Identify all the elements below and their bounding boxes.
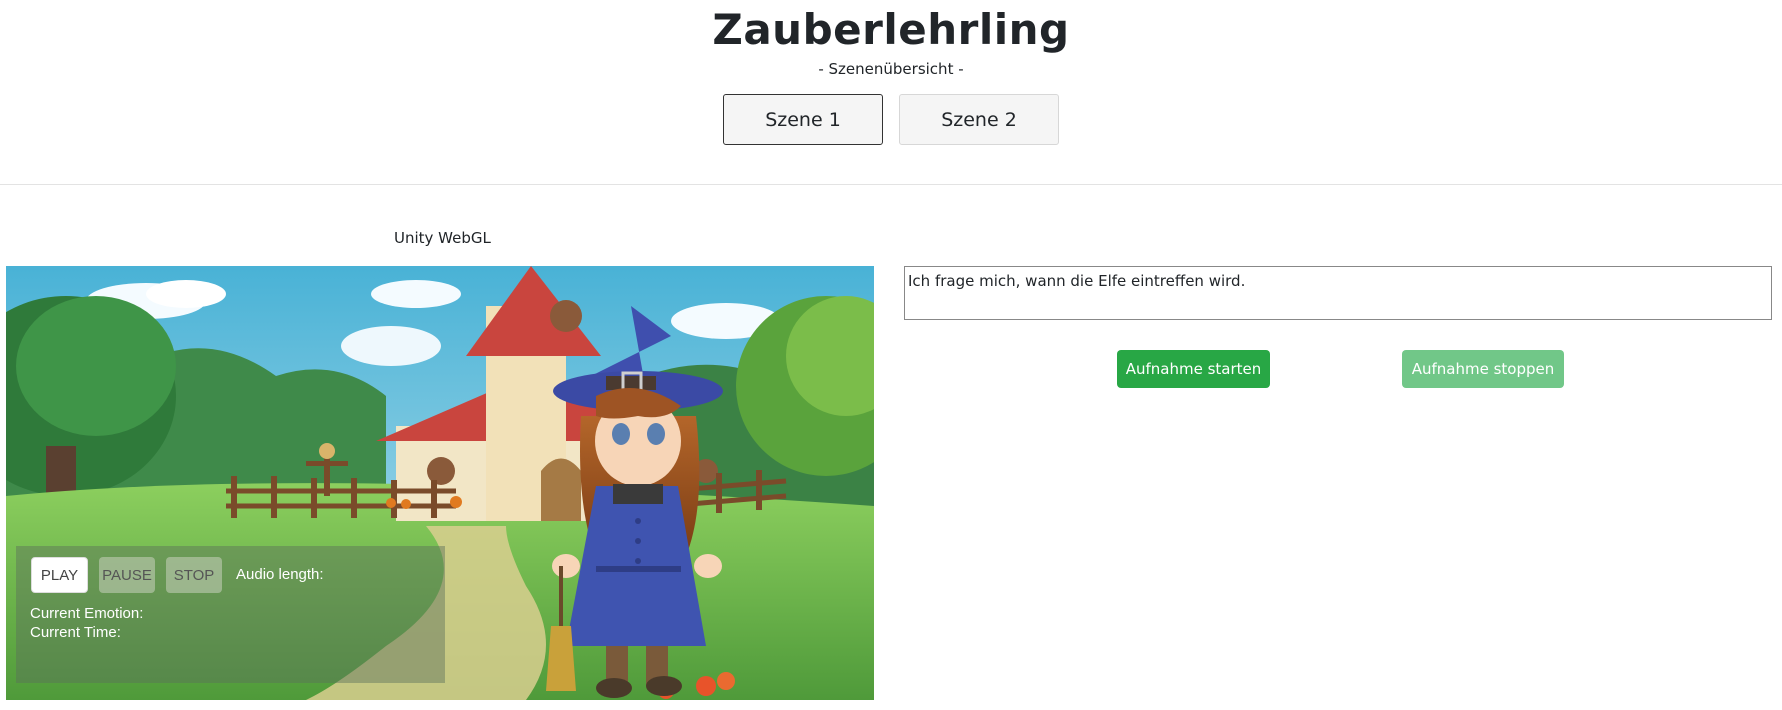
pause-button[interactable]: PAUSE (99, 557, 155, 593)
page-subtitle: - Szenenübersicht - (818, 60, 964, 78)
transcript-field[interactable]: Ich frage mich, wann die Elfe eintreffen… (904, 266, 1772, 320)
audio-control-panel: PLAY PAUSE STOP Audio length: Current Em… (16, 546, 445, 683)
unity-webgl-label: Unity WebGL (394, 229, 491, 247)
page-header: Zauberlehrling - Szenenübersicht - Szene… (0, 0, 1782, 185)
page-title: Zauberlehrling (712, 5, 1070, 54)
current-emotion-label: Current Emotion: (30, 605, 144, 622)
audio-length-label: Audio length: (236, 566, 324, 583)
play-button[interactable]: PLAY (31, 557, 88, 593)
scene-2-button[interactable]: Szene 2 (899, 94, 1059, 145)
current-time-label: Current Time: (30, 624, 121, 641)
start-recording-button[interactable]: Aufnahme starten (1117, 350, 1270, 388)
stop-recording-button[interactable]: Aufnahme stoppen (1402, 350, 1564, 388)
unity-game-canvas[interactable]: PLAY PAUSE STOP Audio length: Current Em… (6, 266, 874, 700)
stop-button[interactable]: STOP (166, 557, 222, 593)
scene-nav: Szene 1 Szene 2 (0, 94, 1782, 145)
scene-1-button[interactable]: Szene 1 (723, 94, 883, 145)
